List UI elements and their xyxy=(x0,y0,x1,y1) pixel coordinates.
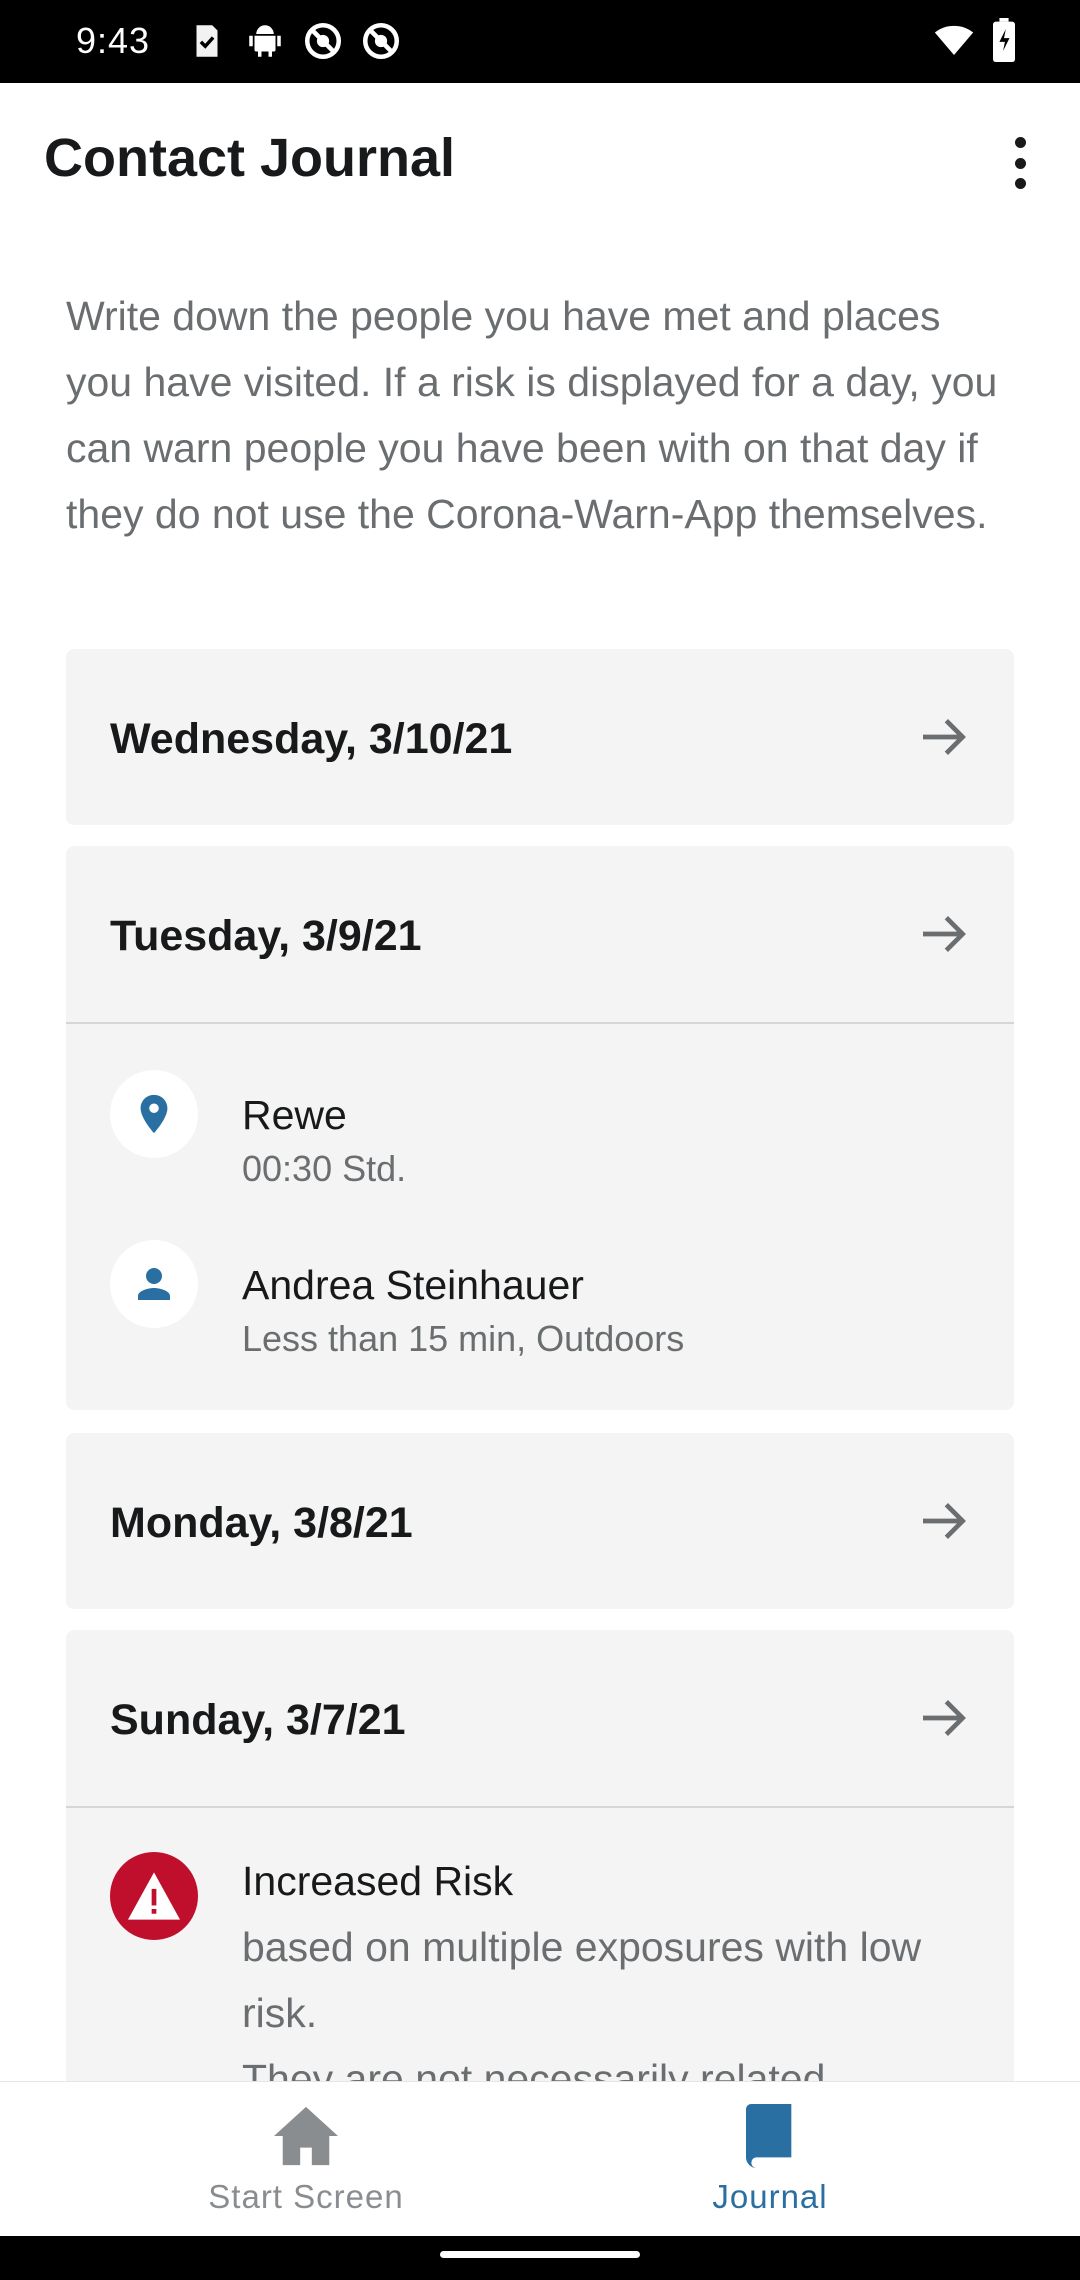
person-icon xyxy=(110,1240,198,1328)
risk-description: based on multiple exposures with low ris… xyxy=(242,1924,922,2036)
risk-description-more: They are not necessarily related xyxy=(242,2056,826,2081)
no-entry-icon xyxy=(362,22,400,60)
arrow-right-icon xyxy=(923,719,966,755)
menu-dot xyxy=(1014,137,1026,148)
day-card[interactable]: Monday, 3/8/21 xyxy=(66,1433,1014,1609)
day-card[interactable]: Tuesday, 3/9/21 Rewe 00:30 Std. Andrea S… xyxy=(66,846,1014,1410)
book-icon xyxy=(746,2104,792,2168)
warning-icon xyxy=(110,1852,198,1940)
more-vert-icon[interactable] xyxy=(1000,131,1040,195)
no-entry-icon xyxy=(304,22,342,60)
day-card[interactable]: Wednesday, 3/10/21 xyxy=(66,649,1014,825)
day-date: Sunday, 3/7/21 xyxy=(110,1696,406,1744)
home-icon xyxy=(274,2106,338,2166)
status-bar: 9:43 xyxy=(0,0,1080,83)
nav-label: Start Screen xyxy=(208,2178,404,2215)
entry-subtitle: Less than 15 min, Outdoors xyxy=(242,1318,685,1359)
home-gesture-handle[interactable] xyxy=(440,2251,640,2258)
entry-subtitle: 00:30 Std. xyxy=(242,1148,407,1189)
battery-icon xyxy=(993,18,1015,62)
arrow-right-icon xyxy=(923,1700,966,1736)
nav-journal[interactable]: Journal xyxy=(500,2082,1040,2237)
day-date: Monday, 3/8/21 xyxy=(110,1499,413,1547)
arrow-right-icon xyxy=(923,1503,966,1539)
nav-start-screen[interactable]: Start Screen xyxy=(36,2082,576,2237)
bottom-navigation: Start Screen Journal xyxy=(0,2081,1080,2236)
wifi-icon xyxy=(934,25,974,55)
day-card-header[interactable]: Monday, 3/8/21 xyxy=(66,1433,1014,1609)
risk-title: Increased Risk xyxy=(242,1858,514,1904)
entry-title: Rewe xyxy=(242,1092,347,1138)
arrow-right-icon xyxy=(923,916,966,952)
status-notification-icons xyxy=(186,20,402,62)
day-card-header[interactable]: Sunday, 3/7/21 xyxy=(66,1630,1014,1806)
page-title: Contact Journal xyxy=(44,128,456,188)
day-card-header[interactable]: Wednesday, 3/10/21 xyxy=(66,649,1014,825)
entry-title: Andrea Steinhauer xyxy=(242,1262,584,1308)
day-date: Tuesday, 3/9/21 xyxy=(110,912,422,960)
system-gesture-bar xyxy=(0,2236,1080,2280)
app-bar: Contact Journal xyxy=(0,83,1080,243)
journal-content[interactable]: Write down the people you have met and p… xyxy=(0,243,1080,2081)
journal-entry-location[interactable]: Rewe 00:30 Std. xyxy=(66,1024,1014,1194)
status-time: 9:43 xyxy=(76,20,151,61)
location-pin-icon xyxy=(110,1070,198,1158)
nav-label: Journal xyxy=(712,2178,828,2215)
menu-dot xyxy=(1014,178,1026,189)
status-system-icons xyxy=(934,18,1016,62)
day-card-header[interactable]: Tuesday, 3/9/21 xyxy=(66,846,1014,1022)
intro-text: Write down the people you have met and p… xyxy=(66,293,998,537)
task-check-icon xyxy=(196,25,218,57)
android-icon xyxy=(249,25,281,57)
journal-entry-person[interactable]: Andrea Steinhauer Less than 15 min, Outd… xyxy=(66,1194,1014,1374)
menu-dot xyxy=(1014,157,1026,169)
day-date: Wednesday, 3/10/21 xyxy=(110,715,513,763)
day-card[interactable]: Sunday, 3/7/21 Increased Risk based on m… xyxy=(66,1630,1014,2081)
risk-entry: Increased Risk based on multiple exposur… xyxy=(66,1808,1014,2081)
